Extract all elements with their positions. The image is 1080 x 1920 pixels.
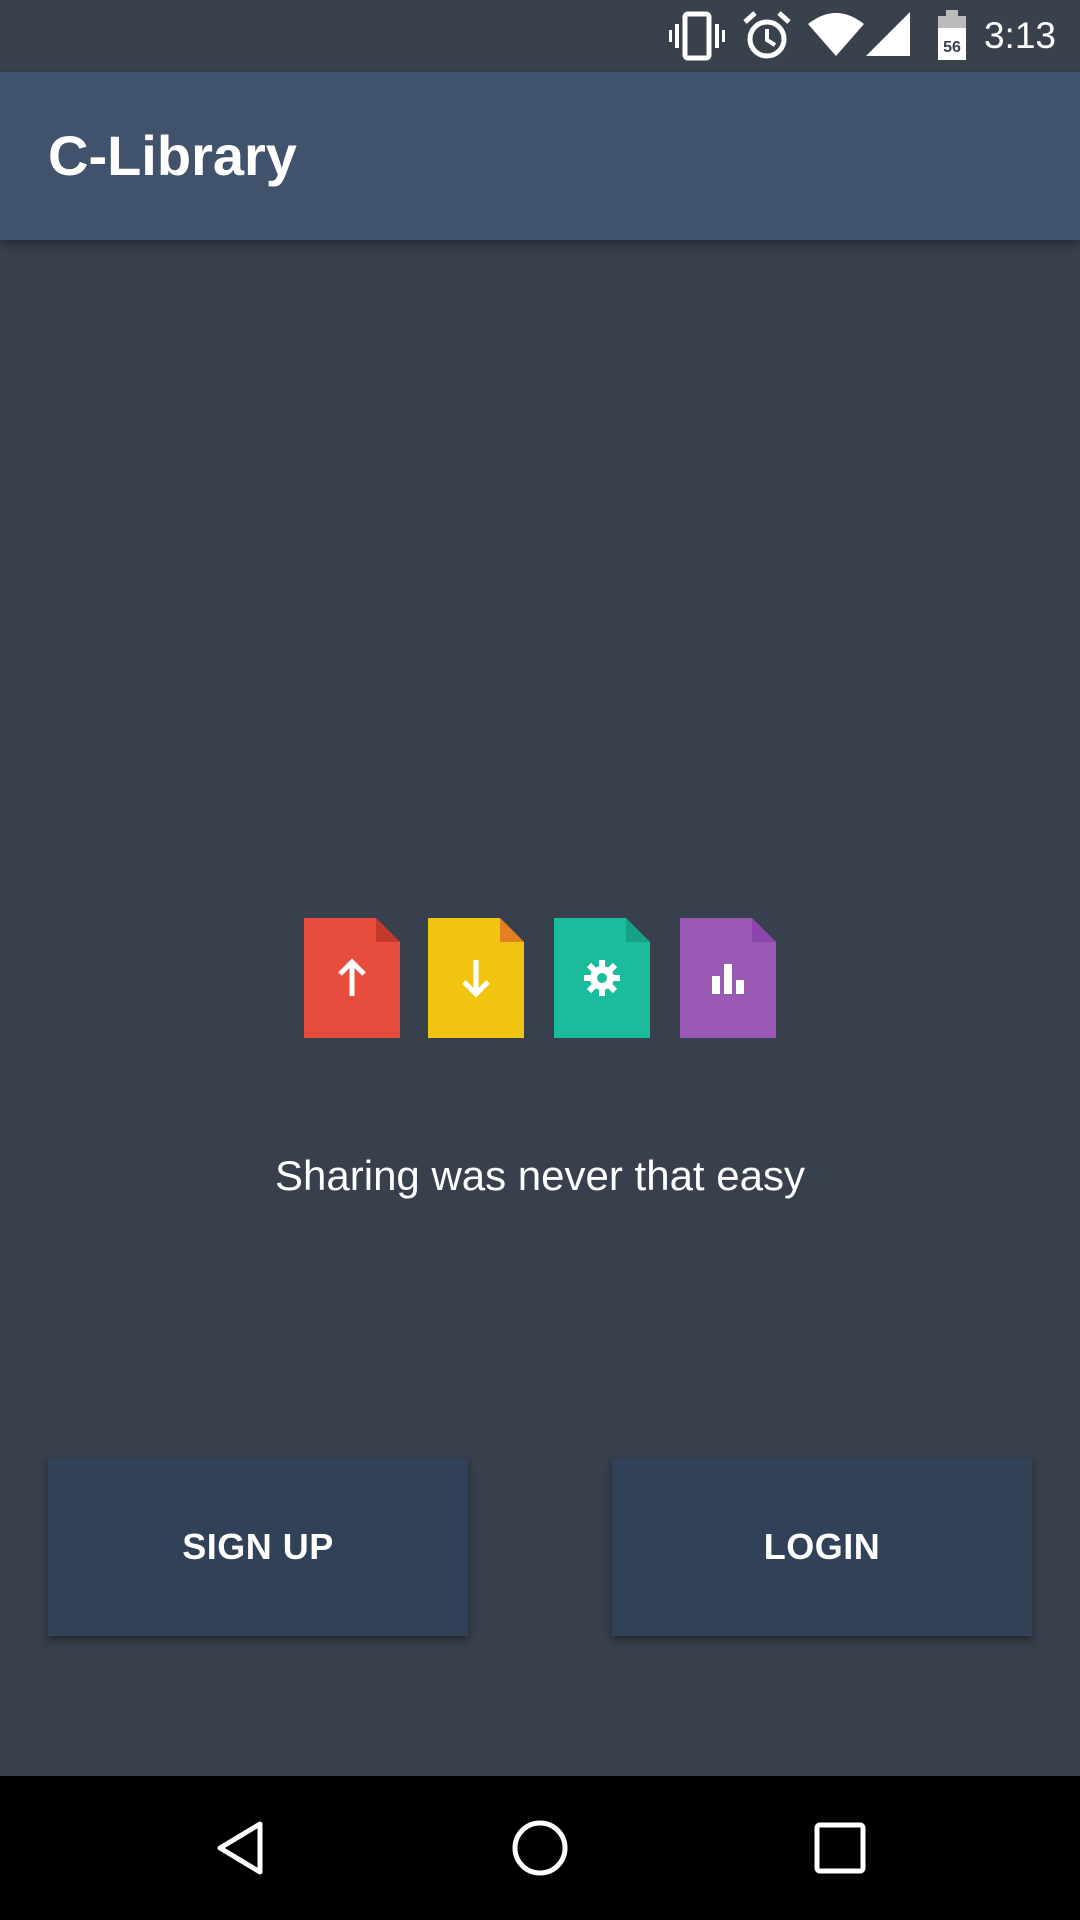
cell-signal-icon (866, 10, 912, 63)
tagline: Sharing was never that easy (275, 1152, 805, 1199)
home-icon (512, 1820, 568, 1876)
battery-level-text: 56 (943, 39, 961, 56)
login-button[interactable]: LOGIN (612, 1458, 1032, 1636)
wifi-icon (808, 10, 864, 63)
vibrate-icon (669, 10, 725, 67)
chart-document-icon (680, 918, 776, 1038)
battery-icon: 56 (936, 10, 968, 67)
status-bar: 56 3:13 (0, 0, 1080, 72)
back-button[interactable] (150, 1776, 330, 1920)
sign-up-button[interactable]: SIGN UP (48, 1458, 468, 1636)
upload-document-icon (304, 918, 400, 1038)
settings-document-icon (554, 918, 650, 1038)
navigation-bar (0, 1776, 1080, 1920)
home-button[interactable] (450, 1776, 630, 1920)
document-icons-row (0, 918, 1080, 1040)
status-time: 3:13 (983, 15, 1056, 56)
sign-up-label: SIGN UP (182, 1526, 334, 1567)
alarm-icon (742, 10, 792, 67)
download-document-icon (428, 918, 524, 1038)
app-title: C-Library (48, 124, 297, 187)
login-label: LOGIN (763, 1526, 881, 1567)
app-bar: C-Library (0, 72, 1080, 240)
back-icon (217, 1821, 263, 1875)
recents-button[interactable] (750, 1776, 930, 1920)
recents-icon (814, 1822, 866, 1874)
